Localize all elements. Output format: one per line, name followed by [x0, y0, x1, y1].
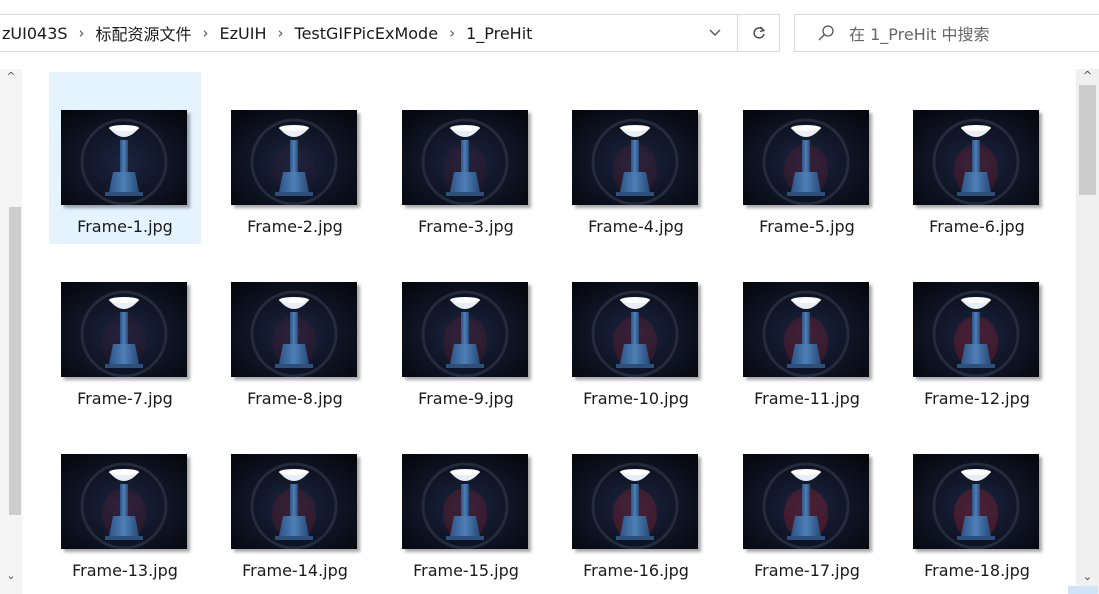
file-name: Frame-9.jpg [418, 389, 514, 408]
address-bar[interactable]: zUI043S › 标配资源文件 › EzUIH › TestGIFPicExM… [0, 14, 738, 52]
file-name: Frame-2.jpg [247, 217, 343, 236]
scroll-down-icon[interactable]: ⌄ [1076, 570, 1099, 584]
scroll-down-icon[interactable]: ⌄ [2, 568, 20, 584]
file-explorer-window: zUI043S › 标配资源文件 › EzUIH › TestGIFPicExM… [0, 0, 1099, 594]
file-thumbnail [572, 110, 698, 205]
file-name: Frame-6.jpg [929, 217, 1025, 236]
file-name: Frame-4.jpg [588, 217, 684, 236]
file-item[interactable]: Frame-9.jpg [390, 244, 542, 416]
breadcrumb-separator-icon[interactable]: › [203, 24, 209, 42]
file-grid: Frame-1.jpg Frame-2.jpg Frame-3.jpg Frame-4… [22, 69, 1076, 594]
file-item[interactable]: Frame-4.jpg [560, 72, 712, 244]
file-item[interactable]: Frame-2.jpg [219, 72, 371, 244]
breadcrumb-prehit[interactable]: 1_PreHit [464, 24, 534, 43]
file-name: Frame-14.jpg [242, 561, 348, 580]
file-item[interactable]: Frame-13.jpg [49, 416, 201, 588]
breadcrumb-separator-icon[interactable]: › [79, 24, 85, 42]
file-item[interactable]: Frame-3.jpg [390, 72, 542, 244]
file-name: Frame-10.jpg [583, 389, 689, 408]
file-item[interactable]: Frame-1.jpg [49, 72, 201, 244]
file-name: Frame-18.jpg [924, 561, 1030, 580]
vertical-scrollbar[interactable]: ^ ⌄ [1076, 69, 1099, 594]
file-item[interactable]: Frame-14.jpg [219, 416, 371, 588]
refresh-button[interactable] [738, 14, 780, 52]
status-corner [1068, 586, 1098, 594]
file-thumbnail [572, 454, 698, 549]
search-icon [818, 25, 834, 41]
file-thumbnail [402, 110, 528, 205]
file-thumbnail [913, 454, 1039, 549]
file-thumbnail [402, 454, 528, 549]
file-name: Frame-12.jpg [924, 389, 1030, 408]
breadcrumb-ezuih[interactable]: EzUIH [218, 24, 269, 43]
file-item[interactable]: Frame-15.jpg [390, 416, 542, 588]
file-name: Frame-1.jpg [77, 217, 173, 236]
file-item[interactable]: Frame-18.jpg [901, 416, 1053, 588]
file-item[interactable]: Frame-12.jpg [901, 244, 1053, 416]
file-thumbnail [61, 110, 187, 205]
scrollbar-thumb[interactable] [9, 207, 21, 515]
refresh-icon [752, 26, 765, 39]
breadcrumb-testgifpicexmode[interactable]: TestGIFPicExMode [293, 24, 441, 43]
breadcrumb-resources[interactable]: 标配资源文件 [94, 21, 194, 45]
file-thumbnail [913, 110, 1039, 205]
file-thumbnail [402, 282, 528, 377]
breadcrumb-zui043s[interactable]: zUI043S [0, 24, 70, 43]
file-thumbnail [572, 282, 698, 377]
breadcrumb-separator-icon[interactable]: › [449, 24, 455, 42]
file-item[interactable]: Frame-5.jpg [731, 72, 883, 244]
file-item[interactable]: Frame-7.jpg [49, 244, 201, 416]
file-name: Frame-15.jpg [413, 561, 519, 580]
file-thumbnail [231, 282, 357, 377]
file-item[interactable]: Frame-17.jpg [731, 416, 883, 588]
file-thumbnail [743, 110, 869, 205]
file-thumbnail [743, 282, 869, 377]
file-item[interactable]: Frame-8.jpg [219, 244, 371, 416]
file-name: Frame-13.jpg [72, 561, 178, 580]
file-item[interactable]: Frame-10.jpg [560, 244, 712, 416]
search-input[interactable]: 在 1_PreHit 中搜索 [794, 14, 1099, 52]
search-placeholder: 在 1_PreHit 中搜索 [849, 25, 990, 44]
scrollbar-thumb[interactable] [1079, 85, 1096, 195]
file-item[interactable]: Frame-16.jpg [560, 416, 712, 588]
navigation-toolbar: zUI043S › 标配资源文件 › EzUIH › TestGIFPicExM… [0, 0, 1099, 69]
file-name: Frame-3.jpg [418, 217, 514, 236]
file-item[interactable]: Frame-11.jpg [731, 244, 883, 416]
scroll-up-icon[interactable]: ^ [1076, 69, 1099, 83]
breadcrumb-separator-icon[interactable]: › [278, 24, 284, 42]
navigation-pane-scrollbar[interactable]: ^ ⌄ [0, 69, 22, 594]
file-item[interactable]: Frame-6.jpg [901, 72, 1053, 244]
file-name: Frame-7.jpg [77, 389, 173, 408]
file-thumbnail [61, 454, 187, 549]
file-name: Frame-17.jpg [754, 561, 860, 580]
file-name: Frame-5.jpg [759, 217, 855, 236]
file-thumbnail [61, 282, 187, 377]
file-thumbnail [743, 454, 869, 549]
file-thumbnail [231, 454, 357, 549]
file-thumbnail [231, 110, 357, 205]
file-name: Frame-8.jpg [247, 389, 343, 408]
file-name: Frame-16.jpg [583, 561, 689, 580]
file-thumbnail [913, 282, 1039, 377]
file-name: Frame-11.jpg [754, 389, 860, 408]
address-history-dropdown[interactable] [700, 14, 730, 52]
scroll-up-icon[interactable]: ^ [2, 69, 20, 85]
chevron-down-icon [709, 29, 721, 36]
